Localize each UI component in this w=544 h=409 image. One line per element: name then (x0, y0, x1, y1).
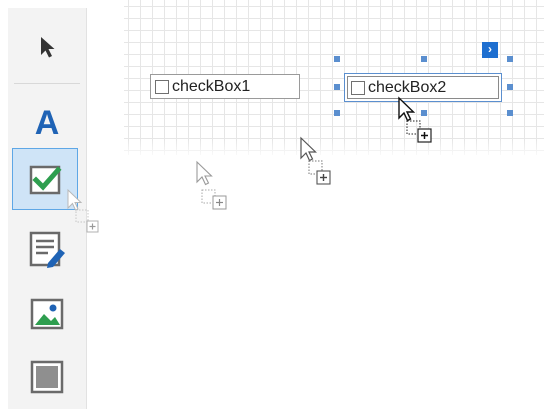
panel-tool[interactable] (12, 346, 82, 408)
drag-copy-cursor-icon (298, 136, 338, 195)
label-tool[interactable]: A (12, 90, 82, 152)
richtext-icon (26, 228, 68, 270)
chevron-right-icon: › (488, 42, 492, 56)
resize-handle-bottom-right[interactable] (507, 110, 513, 116)
checkbox2-box[interactable] (351, 80, 365, 95)
smart-tag-button[interactable]: › (482, 42, 498, 58)
checkbox1-box[interactable] (155, 79, 169, 94)
checkbox1-control[interactable]: checkBox1 (150, 74, 300, 99)
toolbox-separator (14, 83, 80, 84)
resize-handle-top[interactable] (421, 56, 427, 62)
drag-copy-cursor-icon (66, 188, 106, 243)
resize-handle-right[interactable] (507, 84, 513, 90)
drag-copy-cursor-icon (194, 160, 234, 221)
pointer-icon (36, 35, 58, 59)
checkbox1-label: checkBox1 (172, 77, 251, 95)
checkbox2-label: checkBox2 (368, 78, 447, 96)
label-tool-glyph: A (35, 104, 60, 139)
picturebox-tool[interactable] (12, 283, 82, 345)
move-copy-cursor-icon (396, 96, 440, 155)
picture-icon (27, 294, 67, 334)
resize-handle-top-left[interactable] (334, 56, 340, 62)
resize-handle-bottom-left[interactable] (334, 110, 340, 116)
pointer-tool[interactable] (12, 16, 82, 78)
checkbox-icon (25, 159, 65, 199)
label-icon: A (29, 103, 65, 139)
panel-icon (27, 357, 67, 397)
resize-handle-left[interactable] (334, 84, 340, 90)
resize-handle-top-right[interactable] (507, 56, 513, 62)
